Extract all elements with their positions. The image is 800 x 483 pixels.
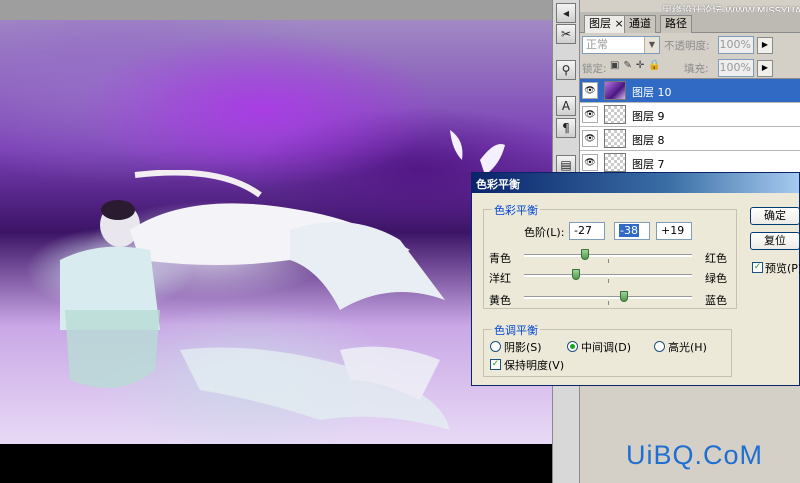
preserve-luminosity-checkbox[interactable]: ✓ bbox=[490, 359, 501, 370]
fill-arrow-icon[interactable]: ▶ bbox=[757, 60, 773, 77]
panel-tabbar: 图层 × 通道 路径 bbox=[580, 12, 800, 33]
tab-channels[interactable]: 通道 bbox=[624, 15, 656, 33]
tone-balance-group-title: 色调平衡 bbox=[492, 322, 540, 338]
slider-center-tick bbox=[608, 301, 609, 305]
color-balance-group-title: 色彩平衡 bbox=[492, 202, 540, 218]
ok-button[interactable]: 确定 bbox=[750, 207, 800, 225]
opacity-label: 不透明度: bbox=[664, 40, 710, 52]
layer-thumbnail bbox=[604, 81, 626, 100]
eye-icon[interactable]: 👁 bbox=[582, 82, 598, 99]
tab-paths-label: 路径 bbox=[665, 17, 687, 30]
layer-row[interactable]: 👁 图层 9 bbox=[580, 103, 800, 127]
slider-right-label: 红色 bbox=[705, 252, 727, 265]
radio-midtones-label[interactable]: 中间调(D) bbox=[581, 339, 631, 355]
character-icon[interactable]: A bbox=[556, 96, 576, 116]
close-icon[interactable]: × bbox=[615, 17, 624, 30]
radio-midtones[interactable] bbox=[567, 341, 578, 352]
radio-highlights-label[interactable]: 高光(H) bbox=[668, 339, 707, 355]
level-input-magenta-green[interactable]: -38 bbox=[614, 222, 650, 240]
radio-highlights[interactable] bbox=[654, 341, 665, 352]
level-input-cyan-red[interactable]: -27 bbox=[569, 222, 605, 240]
fill-input[interactable]: 100% bbox=[718, 59, 754, 77]
blend-mode-value: 正常 bbox=[586, 38, 608, 51]
blend-mode-select[interactable]: 正常 ▼ bbox=[582, 36, 660, 54]
level-input-yellow-blue[interactable]: +19 bbox=[656, 222, 692, 240]
layer-row[interactable]: 👁 图层 8 bbox=[580, 127, 800, 151]
dialog-title: 色彩平衡 bbox=[476, 178, 520, 191]
fill-label: 填充: bbox=[684, 63, 709, 75]
slider-thumb-yellow-blue[interactable] bbox=[619, 291, 628, 302]
layer-thumbnail bbox=[604, 105, 626, 124]
tool-preset-icon[interactable]: ✂ bbox=[556, 24, 576, 44]
site-logo: UiBQ.CoM bbox=[626, 440, 764, 470]
layer-name: 图层 9 bbox=[632, 110, 665, 123]
layer-thumbnail bbox=[604, 129, 626, 148]
tab-layers[interactable]: 图层 × bbox=[584, 15, 629, 33]
levels-label: 色阶(L): bbox=[524, 226, 565, 239]
tab-channels-label: 通道 bbox=[629, 17, 651, 30]
layer-name: 图层 8 bbox=[632, 134, 665, 147]
color-balance-dialog: 色彩平衡 色彩平衡 色阶(L): -27 -38 +19 青色 红色 洋红 绿色… bbox=[471, 172, 800, 386]
woman-figure-illustration bbox=[60, 170, 445, 330]
color-balance-group: 色彩平衡 bbox=[483, 202, 737, 309]
blend-row: 正常 ▼ 不透明度: 100% ▶ bbox=[582, 36, 798, 56]
butterfly-illustration bbox=[450, 130, 505, 175]
layer-name: 图层 7 bbox=[632, 158, 665, 171]
eye-icon[interactable]: 👁 bbox=[582, 106, 598, 123]
opacity-arrow-icon[interactable]: ▶ bbox=[757, 37, 773, 54]
radio-shadows[interactable] bbox=[490, 341, 501, 352]
slider-right-label: 蓝色 bbox=[705, 294, 727, 307]
dialog-title-bar[interactable]: 色彩平衡 bbox=[472, 173, 799, 193]
lock-label: 锁定: bbox=[582, 63, 607, 75]
tab-paths[interactable]: 路径 bbox=[660, 15, 692, 33]
layer-row[interactable]: 👁 图层 10 bbox=[580, 79, 800, 103]
slider-thumb-magenta-green[interactable] bbox=[572, 269, 581, 280]
slider-left-label: 青色 bbox=[489, 252, 511, 265]
slider-track-magenta-green[interactable] bbox=[524, 274, 692, 277]
preview-checkbox[interactable]: ✓ bbox=[752, 262, 763, 273]
layer-thumbnail bbox=[604, 153, 626, 172]
paragraph-icon[interactable]: ¶ bbox=[556, 118, 576, 138]
slider-center-tick bbox=[608, 279, 609, 283]
layer-name: 图层 10 bbox=[632, 86, 672, 99]
dock-arrow-icon[interactable]: ◂ bbox=[556, 3, 576, 23]
slider-center-tick bbox=[608, 259, 609, 263]
slider-track-yellow-blue[interactable] bbox=[524, 296, 692, 299]
slider-track-cyan-red[interactable] bbox=[524, 254, 692, 257]
preserve-luminosity-label[interactable]: 保持明度(V) bbox=[504, 357, 564, 373]
slider-thumb-cyan-red[interactable] bbox=[581, 249, 590, 260]
lock-row: 锁定: ▣✎✛🔒 填充: 100% ▶ bbox=[582, 59, 798, 78]
level-input-selected-text: -38 bbox=[619, 224, 639, 237]
slider-left-label: 黄色 bbox=[489, 294, 511, 307]
water-reflection bbox=[65, 310, 450, 430]
canvas-top-strip bbox=[0, 0, 552, 20]
eye-icon[interactable]: 👁 bbox=[582, 130, 598, 147]
chevron-down-icon: ▼ bbox=[644, 37, 659, 53]
preview-label[interactable]: 预览(P) bbox=[765, 260, 800, 276]
opacity-input[interactable]: 100% bbox=[718, 36, 754, 54]
eye-icon[interactable]: 👁 bbox=[582, 154, 598, 171]
slider-right-label: 绿色 bbox=[705, 272, 727, 285]
lock-icons[interactable]: ▣✎✛🔒 bbox=[610, 60, 665, 71]
canvas-bottom-bar bbox=[0, 444, 580, 483]
brushes-icon[interactable]: ⚲ bbox=[556, 60, 576, 80]
tab-layers-label: 图层 bbox=[589, 17, 611, 30]
radio-shadows-label[interactable]: 阴影(S) bbox=[504, 339, 542, 355]
slider-left-label: 洋红 bbox=[489, 272, 511, 285]
reset-button[interactable]: 复位 bbox=[750, 232, 800, 250]
